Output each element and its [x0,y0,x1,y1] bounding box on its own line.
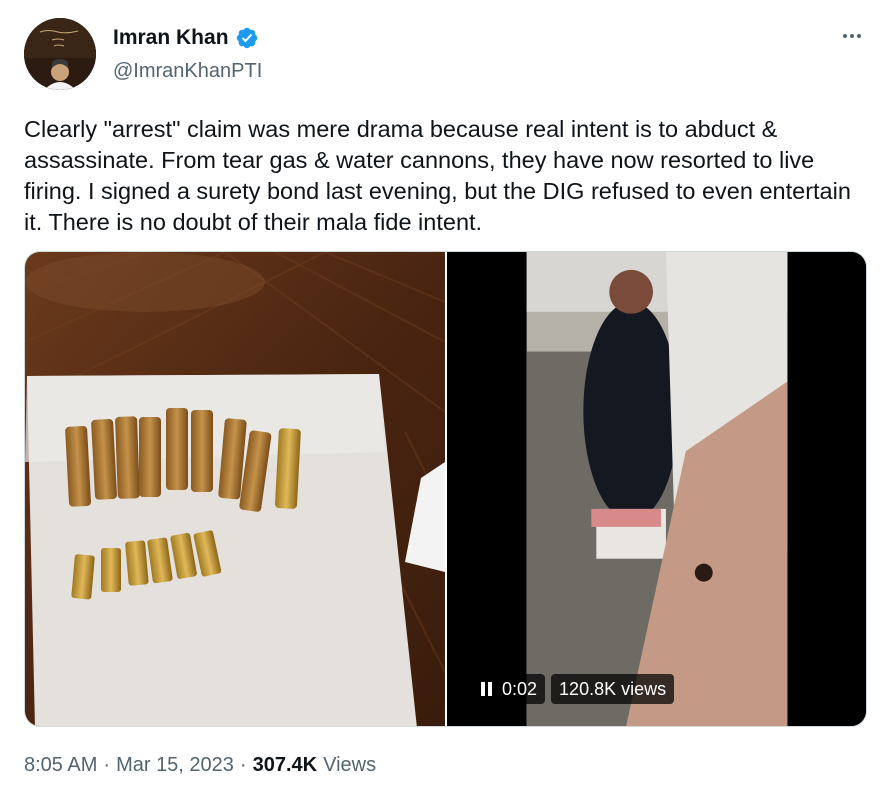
tweet-meta: 8:05 AM · Mar 15, 2023 · 307.4K Views [24,754,376,777]
video-elapsed-time: 0:02 [502,678,538,699]
display-name[interactable]: Imran Khan [113,26,229,50]
photo-bullet-casings[interactable] [25,252,445,726]
video-player[interactable]: 0:02 120.8K views [447,252,866,726]
tweet-header: Imran Khan @ImranKhanPTI [24,18,866,94]
verified-badge-icon [235,26,259,50]
video-views-label: 120.8K views [559,678,667,699]
pause-icon[interactable] [481,682,492,696]
meta-separator: · [103,754,111,776]
more-options-icon[interactable] [838,22,866,50]
avatar-image [24,18,96,90]
tweet-time[interactable]: 8:05 AM [24,754,97,777]
user-handle[interactable]: @ImranKhanPTI [113,60,262,83]
video-elapsed[interactable]: 0:02 [473,674,546,704]
tweet-date[interactable]: Mar 15, 2023 [116,754,234,777]
media-grid: 0:02 120.8K views [24,251,867,727]
avatar[interactable] [24,18,96,90]
views-label: Views [323,754,377,776]
video-frame [447,252,866,726]
views-count: 307.4K [252,754,318,776]
video-view-count: 120.8K views [551,674,675,704]
meta-separator: · [239,754,247,776]
tweet-text: Clearly "arrest" claim was mere drama be… [24,116,851,235]
